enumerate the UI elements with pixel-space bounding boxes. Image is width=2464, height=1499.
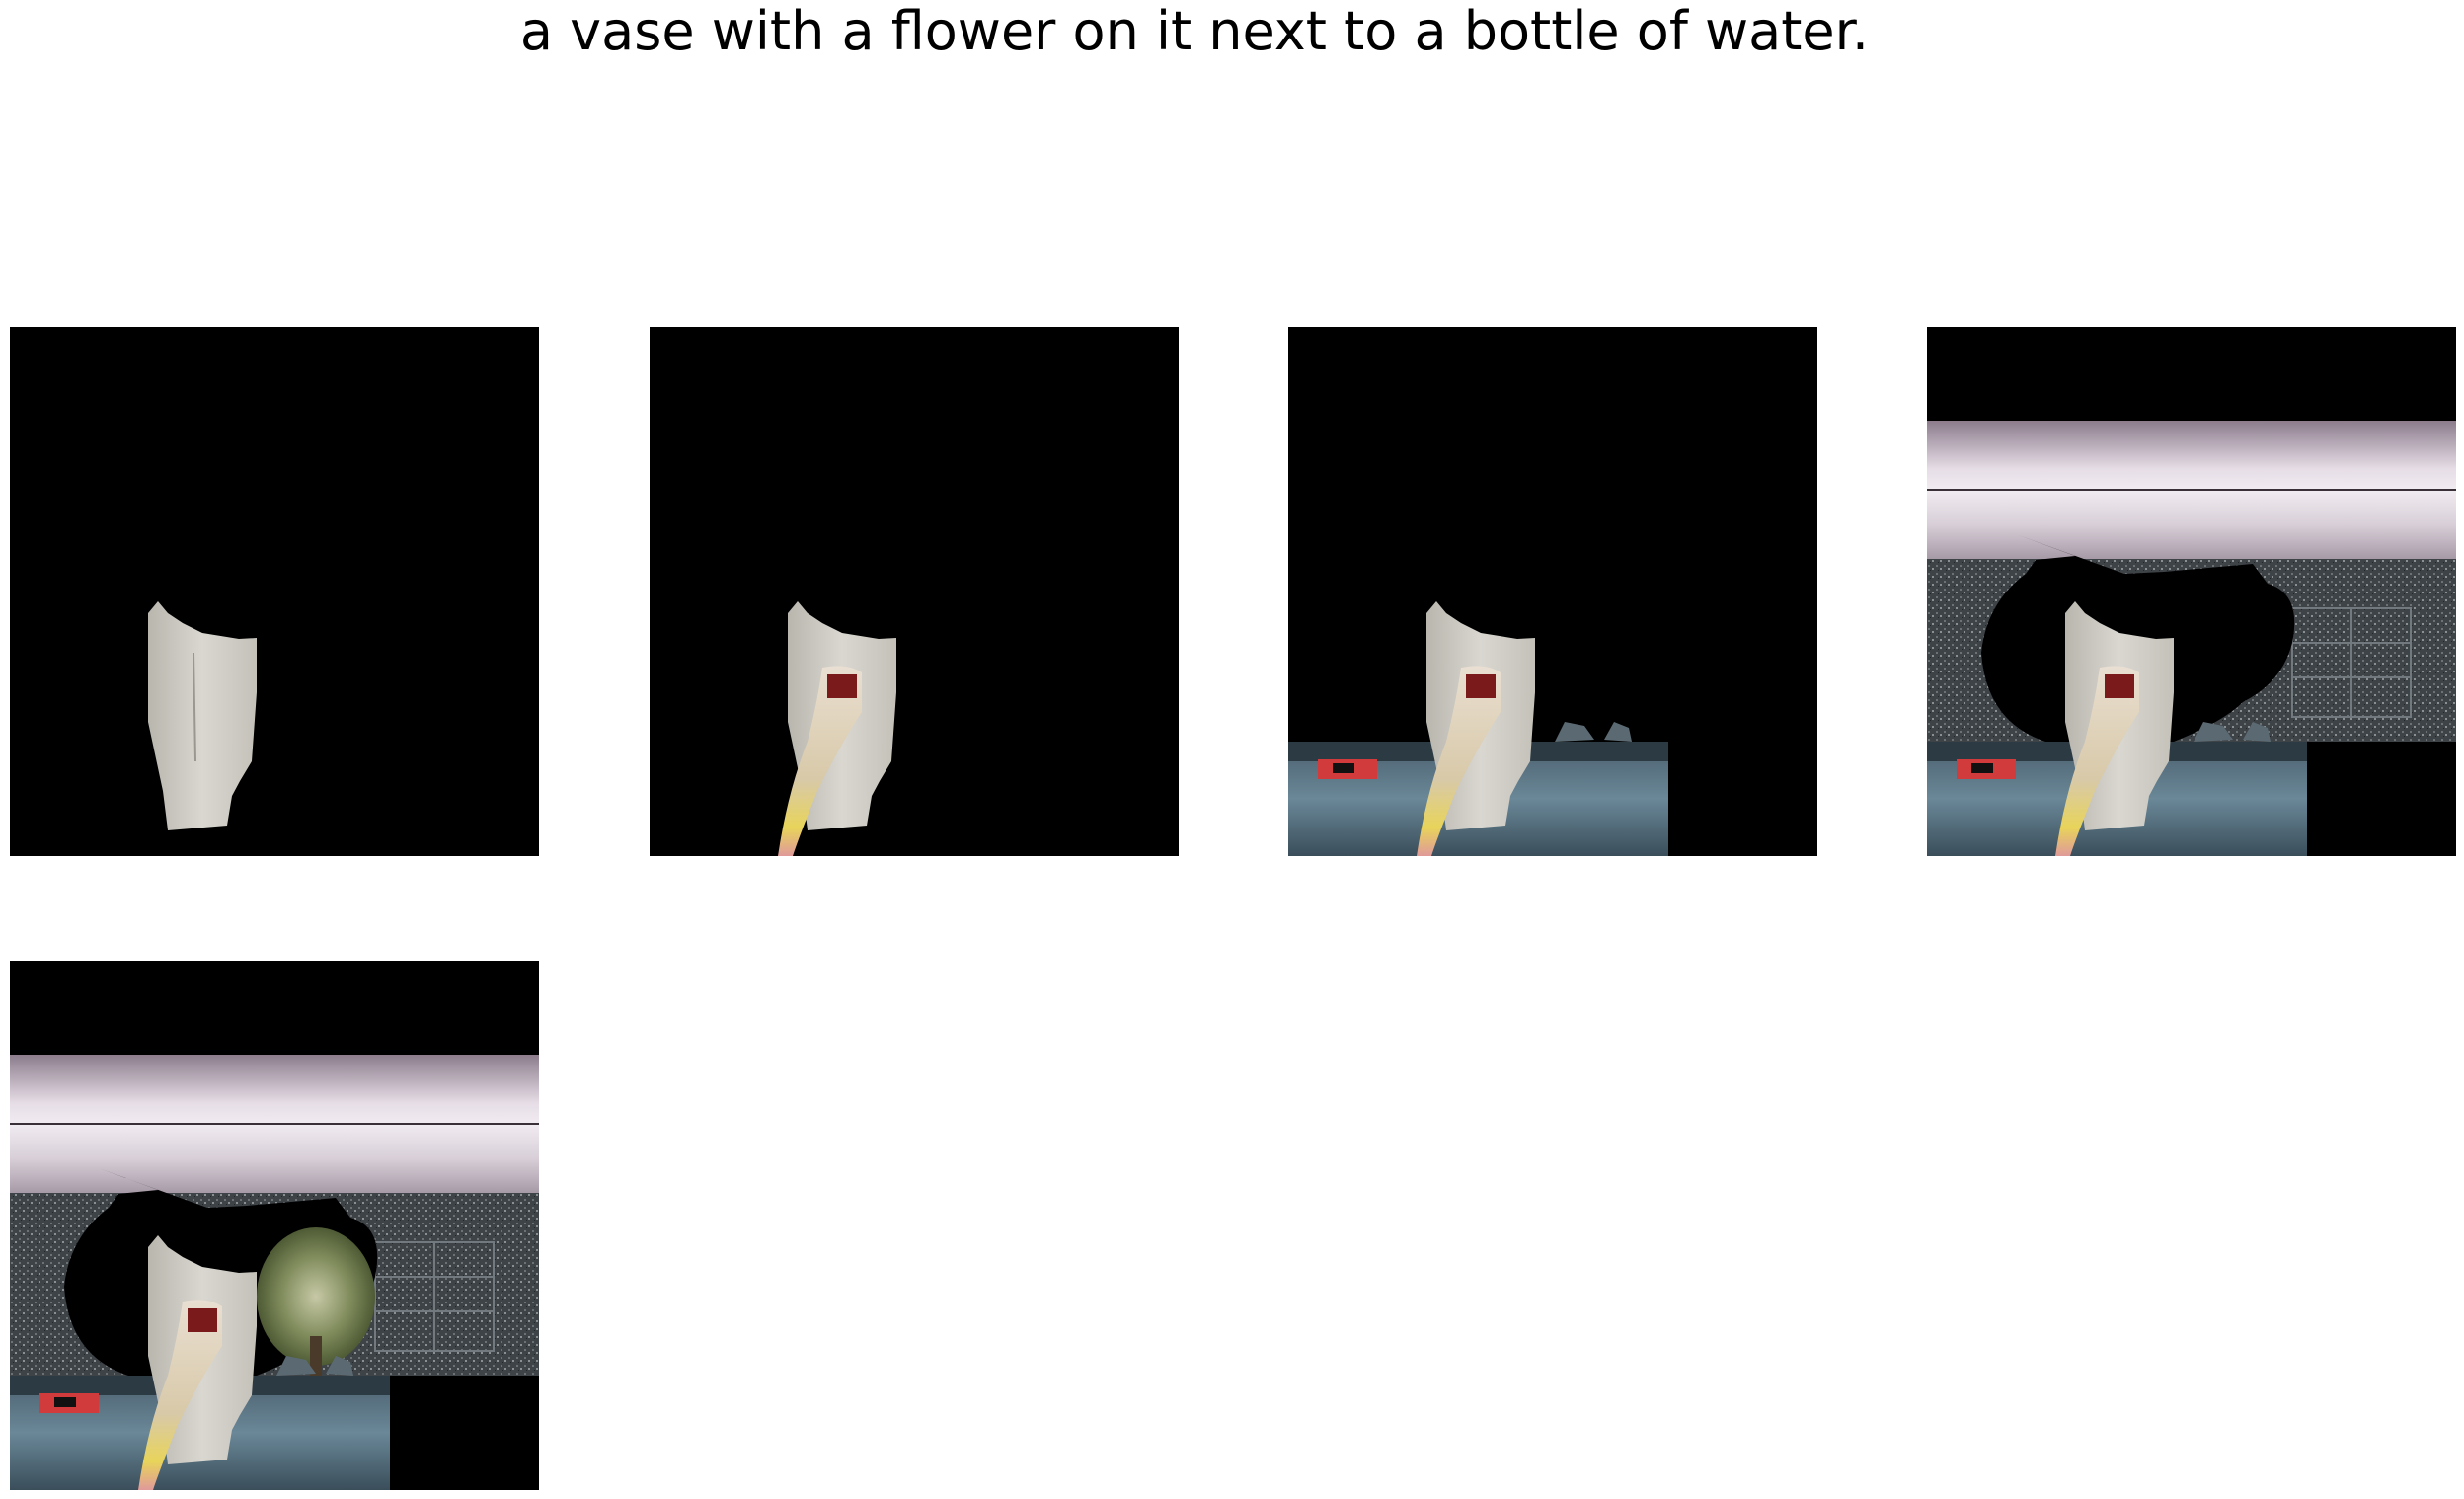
generation-step-4-image xyxy=(1927,327,2456,856)
generation-step-5-image xyxy=(10,961,539,1490)
vase-shape xyxy=(148,601,257,830)
generation-step-2-image xyxy=(650,327,1179,856)
image-caption: a vase with a flower on it next to a bot… xyxy=(519,0,1870,62)
generation-step-3-image xyxy=(1288,327,1817,856)
generation-step-1-image xyxy=(10,327,539,856)
